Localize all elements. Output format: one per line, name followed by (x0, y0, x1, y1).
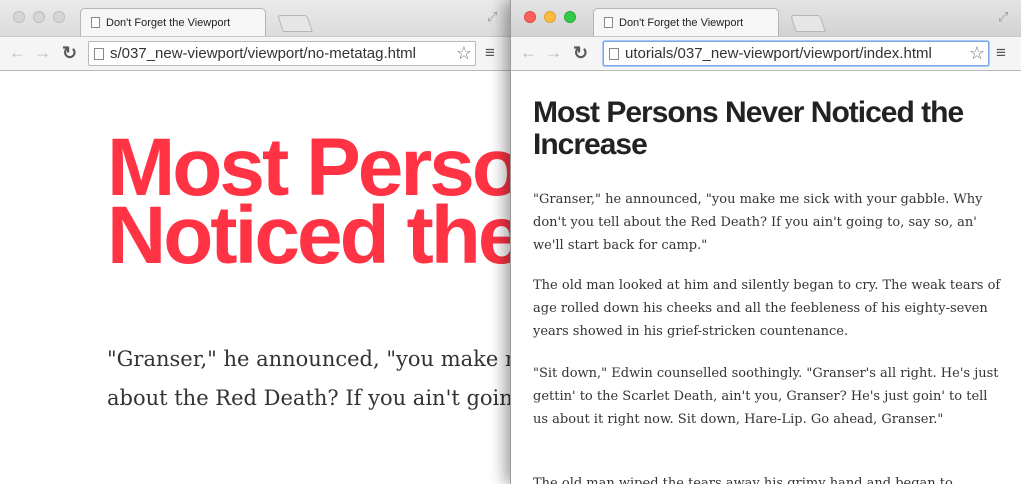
hamburger-menu-icon[interactable]: ≡ (485, 43, 495, 63)
browser-window-left: Don't Forget the Viewport ⤢ ← → ↻ s/037_… (0, 0, 510, 484)
back-arrow-icon[interactable]: ← (520, 41, 537, 65)
paragraph: "Granser," he announced, "you make me si… (107, 347, 510, 410)
page-heading: Most Persons Never Noticed the Increase (533, 96, 964, 161)
page-heading: Most Persons Never Noticed the Increase (107, 122, 510, 281)
tab-title: Don't Forget the Viewport (106, 16, 231, 29)
tab-strip: Don't Forget the Viewport ⤢ (511, 0, 1021, 36)
new-tab-button[interactable] (277, 15, 313, 32)
star-icon[interactable]: ☆ (969, 43, 985, 64)
document-icon (94, 47, 104, 60)
document-icon (91, 17, 100, 28)
tab-viewport[interactable]: Don't Forget the Viewport (80, 8, 266, 36)
url-text[interactable]: utorials/037_new-viewport/viewport/index… (625, 45, 969, 62)
paragraph: The old man wiped the tears away his gri… (533, 476, 953, 484)
zoom-button[interactable] (564, 11, 576, 23)
close-button[interactable] (524, 11, 536, 23)
forward-arrow-icon[interactable]: → (34, 41, 51, 65)
address-bar[interactable]: utorials/037_new-viewport/viewport/index… (603, 41, 989, 66)
paragraph: The old man looked at him and silently b… (533, 278, 1001, 339)
star-icon[interactable]: ☆ (456, 43, 472, 64)
toolbar: ← → ↻ s/037_new-viewport/viewport/no-met… (0, 36, 510, 71)
document-icon (609, 47, 619, 60)
hamburger-menu-icon[interactable]: ≡ (996, 43, 1006, 63)
paragraph: "Sit down," Edwin counselled soothingly.… (533, 366, 999, 427)
close-button[interactable] (13, 11, 25, 23)
reload-icon[interactable]: ↻ (573, 41, 588, 65)
toolbar: ← → ↻ utorials/037_new-viewport/viewport… (511, 36, 1021, 71)
minimize-button[interactable] (544, 11, 556, 23)
url-text[interactable]: s/037_new-viewport/viewport/no-metatag.h… (110, 45, 456, 62)
new-tab-button[interactable] (790, 15, 826, 32)
document-icon (604, 17, 613, 28)
zoom-button[interactable] (53, 11, 65, 23)
tab-strip: Don't Forget the Viewport ⤢ (0, 0, 510, 36)
back-arrow-icon[interactable]: ← (9, 41, 26, 65)
fullscreen-icon[interactable]: ⤢ (998, 9, 1008, 25)
page-content: Most Persons Never Noticed the Increase … (511, 70, 1021, 484)
browser-window-right: Don't Forget the Viewport ⤢ ← → ↻ utoria… (510, 0, 1021, 484)
reload-icon[interactable]: ↻ (62, 41, 77, 65)
window-controls (524, 11, 576, 23)
minimize-button[interactable] (33, 11, 45, 23)
paragraph: "Granser," he announced, "you make me si… (533, 192, 983, 253)
window-controls (13, 11, 65, 23)
page-content: Most Persons Never Noticed the Increase … (0, 70, 510, 484)
fullscreen-icon[interactable]: ⤢ (487, 9, 497, 25)
tab-title: Don't Forget the Viewport (619, 16, 744, 29)
address-bar[interactable]: s/037_new-viewport/viewport/no-metatag.h… (88, 41, 476, 66)
forward-arrow-icon[interactable]: → (545, 41, 562, 65)
tab-viewport[interactable]: Don't Forget the Viewport (593, 8, 779, 36)
